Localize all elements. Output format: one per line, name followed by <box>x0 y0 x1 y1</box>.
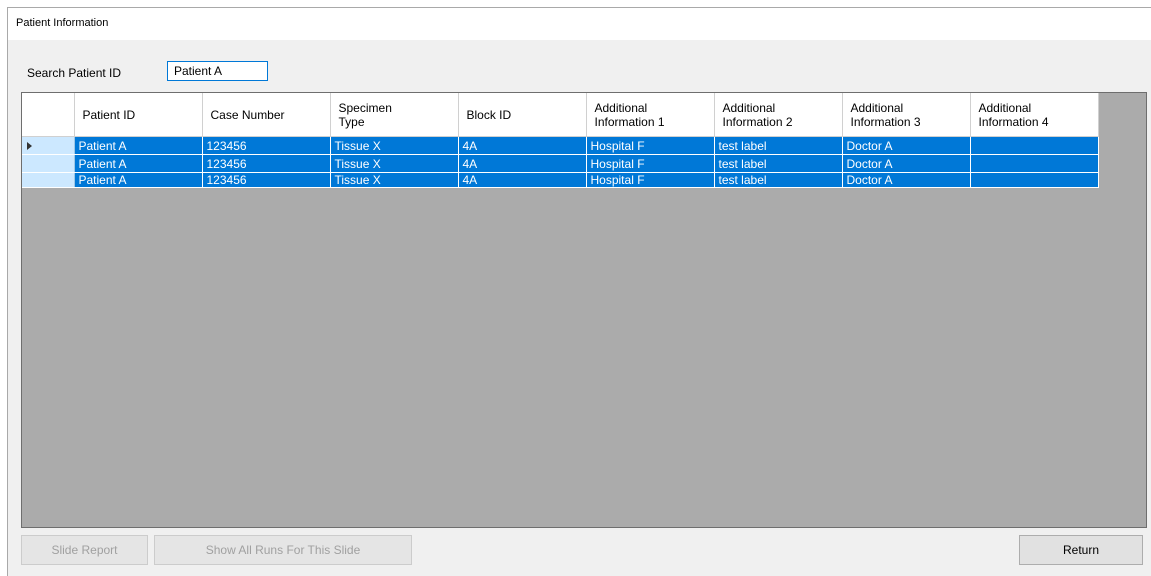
cell-additional-info-2[interactable]: test label <box>714 154 843 173</box>
cell-additional-info-2[interactable]: test label <box>714 136 843 155</box>
slide-report-button[interactable]: Slide Report <box>21 535 148 565</box>
table-body: Patient A 123456 Tissue X 4A Hospital Ftest … <box>22 136 1099 188</box>
column-header-additional-info-1[interactable]: Additional Information 1 <box>586 93 715 137</box>
cell-additional-info-2[interactable]: test label <box>714 172 843 188</box>
search-patient-id-input[interactable] <box>167 61 268 81</box>
cell-additional-info-4[interactable] <box>970 154 1099 173</box>
row-header[interactable] <box>22 154 75 173</box>
cell-specimen-type[interactable]: Tissue X <box>330 136 459 155</box>
cell-additional-info-1[interactable]: Hospital F <box>586 136 715 155</box>
cell-specimen-type[interactable]: Tissue X <box>330 154 459 173</box>
title-bar: Patient Information <box>8 8 1151 40</box>
cell-specimen-type[interactable]: Tissue X <box>330 172 459 188</box>
column-header-block-id[interactable]: Block ID <box>458 93 587 137</box>
cell-block-id[interactable]: 4A <box>458 172 587 188</box>
cell-additional-info-4[interactable] <box>970 172 1099 188</box>
cell-case-number[interactable]: 123456 <box>202 172 331 188</box>
column-header-row: Patient ID Case Number Specimen Type Bloc… <box>22 93 1099 137</box>
column-header-additional-info-4[interactable]: Additional Information 4 <box>970 93 1099 137</box>
column-header-patient-id[interactable]: Patient ID <box>74 93 203 137</box>
show-all-runs-button[interactable]: Show All Runs For This Slide <box>154 535 412 565</box>
patient-data-grid[interactable]: Patient ID Case Number Specimen Type Bloc… <box>21 92 1147 528</box>
column-header-specimen-type[interactable]: Specimen Type <box>330 93 459 137</box>
cell-patient-id[interactable]: Patient A <box>74 136 203 155</box>
table-row[interactable]: Patient A 123456 Tissue X 4A Hospital Ftest … <box>22 154 1099 173</box>
row-header-corner[interactable] <box>22 93 75 137</box>
cell-patient-id[interactable]: Patient A <box>74 172 203 188</box>
search-patient-id-label: Search Patient ID <box>27 66 122 80</box>
cell-block-id[interactable]: 4A <box>458 154 587 173</box>
patient-table: Patient ID Case Number Specimen Type Bloc… <box>22 93 1099 188</box>
row-header[interactable] <box>22 172 75 188</box>
table-row[interactable]: Patient A 123456 Tissue X 4A Hospital Ftest … <box>22 136 1099 155</box>
cell-additional-info-1[interactable]: Hospital F <box>586 172 715 188</box>
column-header-additional-info-2[interactable]: Additional Information 2 <box>714 93 843 137</box>
row-header[interactable] <box>22 136 75 155</box>
column-header-case-number[interactable]: Case Number <box>202 93 331 137</box>
cell-additional-info-1[interactable]: Hospital F <box>586 154 715 173</box>
cell-patient-id[interactable]: Patient A <box>74 154 203 173</box>
patient-information-window: Patient Information Search Patient ID Pa… <box>7 7 1151 576</box>
cell-additional-info-4[interactable] <box>970 136 1099 155</box>
cell-block-id[interactable]: 4A <box>458 136 587 155</box>
cell-additional-info-3[interactable]: Doctor A <box>842 172 971 188</box>
return-button[interactable]: Return <box>1019 535 1143 565</box>
table-row[interactable]: Patient A 123456 Tissue X 4A Hospital Ftest … <box>22 172 1099 188</box>
current-row-arrow-icon <box>27 142 32 150</box>
window-title: Patient Information <box>16 17 109 29</box>
cell-additional-info-3[interactable]: Doctor A <box>842 136 971 155</box>
column-header-additional-info-3[interactable]: Additional Information 3 <box>842 93 971 137</box>
cell-case-number[interactable]: 123456 <box>202 154 331 173</box>
cell-case-number[interactable]: 123456 <box>202 136 331 155</box>
cell-additional-info-3[interactable]: Doctor A <box>842 154 971 173</box>
